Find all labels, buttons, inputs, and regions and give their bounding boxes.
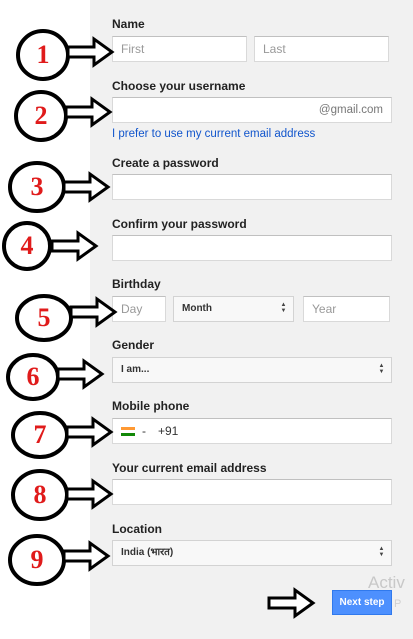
annotation-number-5: 5 [37, 303, 51, 332]
annotation-number-3: 3 [30, 172, 44, 201]
annotation-number-7: 7 [33, 420, 47, 449]
annotation-overlay [2, 29, 315, 618]
annotation-number-6: 6 [26, 362, 40, 391]
annotation-number-2: 2 [34, 101, 48, 130]
annotation-next-arrow [267, 588, 315, 618]
annotation-number-4: 4 [20, 231, 34, 260]
annotation-number-8: 8 [33, 480, 47, 509]
annotation-number-1: 1 [36, 40, 50, 69]
annotation-number-9: 9 [30, 545, 44, 574]
